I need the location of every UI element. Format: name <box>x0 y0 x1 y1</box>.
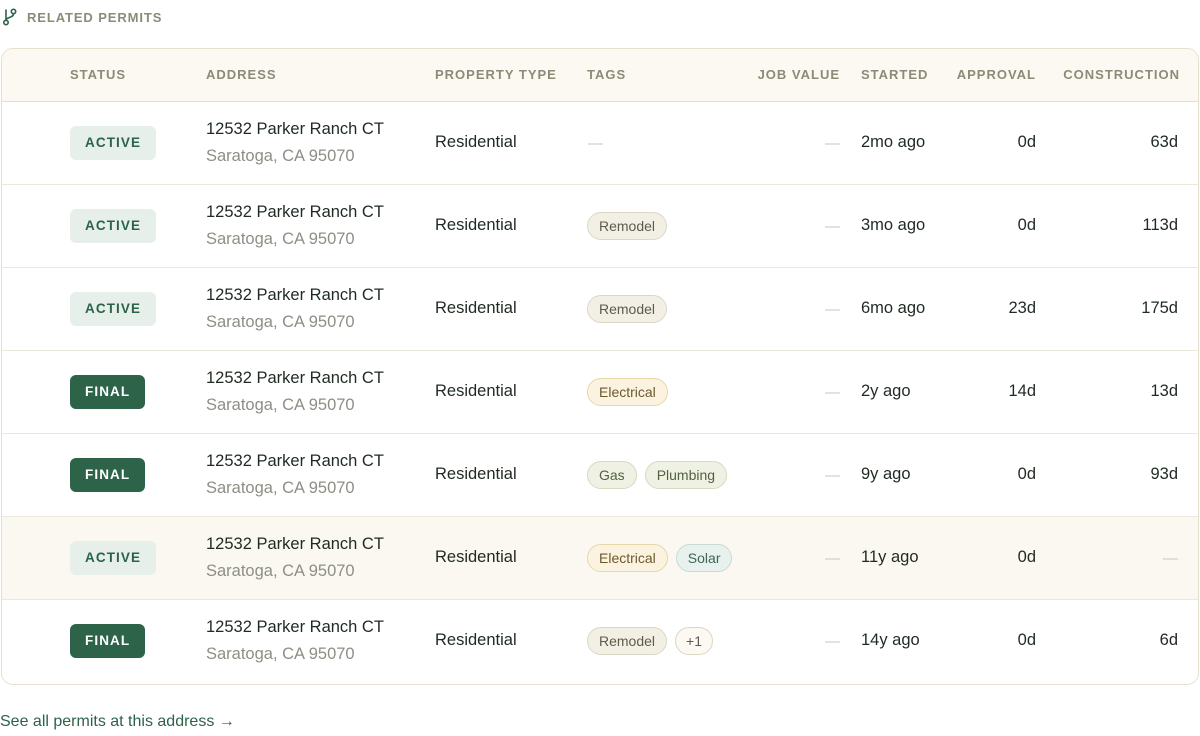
started-date: 14y ago <box>861 631 920 649</box>
status-badge: FINAL <box>70 624 146 658</box>
address-line-1[interactable]: 12532 Parker Ranch CT <box>206 120 384 139</box>
tag-list: Electrical Solar <box>587 544 733 572</box>
approval-duration: 0d <box>1017 548 1036 566</box>
construction-duration: 13d <box>1150 382 1178 400</box>
tag-plumbing: Plumbing <box>644 461 728 489</box>
address-line-2: Saratoga, CA 95070 <box>206 645 355 663</box>
table-row[interactable]: FINAL 12532 Parker Ranch CT Saratoga, CA 9… <box>2 434 1198 517</box>
table-row[interactable]: ACTIVE 12532 Parker Ranch CT Saratoga, CA … <box>2 102 1198 185</box>
address-line-2: Saratoga, CA 95070 <box>206 230 355 248</box>
table-row[interactable]: ACTIVE 12532 Parker Ranch CT Saratoga, CA … <box>2 268 1198 351</box>
approval-duration: 0d <box>1017 216 1036 234</box>
construction-duration: 175d <box>1141 299 1178 317</box>
property-type: Residential <box>435 216 517 234</box>
more-tags-badge[interactable]: +1 <box>675 627 713 655</box>
job-value: — <box>825 550 840 567</box>
tag-solar: Solar <box>675 544 733 572</box>
status-badge: ACTIVE <box>70 541 157 575</box>
tag-remodel: Remodel <box>587 295 668 323</box>
column-header-approval[interactable]: APPROVAL <box>957 49 1036 101</box>
property-type: Residential <box>435 133 517 151</box>
approval-duration: 14d <box>1008 382 1036 400</box>
section-header: RELATED PERMITS <box>2 7 162 27</box>
table-row[interactable]: ACTIVE 12532 Parker Ranch CT Saratoga, CA … <box>2 517 1198 600</box>
status-badge: ACTIVE <box>70 126 157 160</box>
column-header-address[interactable]: ADDRESS <box>206 49 277 101</box>
tag-list: Remodel +1 <box>587 627 713 655</box>
tag-gas: Gas <box>587 461 637 489</box>
tags-empty: — <box>588 135 603 152</box>
address-line-1[interactable]: 12532 Parker Ranch CT <box>206 286 384 305</box>
section-title: RELATED PERMITS <box>27 9 163 25</box>
property-type: Residential <box>435 382 517 400</box>
construction-duration: 6d <box>1159 631 1178 649</box>
property-type: Residential <box>435 299 517 317</box>
address-line-2: Saratoga, CA 95070 <box>206 313 355 331</box>
address-line-1[interactable]: 12532 Parker Ranch CT <box>206 618 384 637</box>
branch-icon <box>2 8 18 26</box>
column-header-started[interactable]: STARTED <box>861 49 928 101</box>
property-type: Residential <box>435 465 517 483</box>
started-date: 3mo ago <box>861 216 926 234</box>
tag-list: Remodel <box>587 295 668 323</box>
address-line-1[interactable]: 12532 Parker Ranch CT <box>206 369 384 388</box>
column-header-construction[interactable]: CONSTRUCTION <box>1063 49 1180 101</box>
address-line-2: Saratoga, CA 95070 <box>206 479 355 497</box>
approval-duration: 0d <box>1017 465 1036 483</box>
status-badge: ACTIVE <box>70 209 157 243</box>
tag-list: Gas Plumbing <box>587 461 728 489</box>
started-date: 6mo ago <box>861 299 926 317</box>
construction-duration: 93d <box>1150 465 1178 483</box>
started-date: 9y ago <box>861 465 911 483</box>
job-value: — <box>825 467 840 484</box>
started-date: 11y ago <box>861 548 919 566</box>
property-type: Residential <box>435 548 517 566</box>
job-value: — <box>825 218 840 235</box>
status-badge: ACTIVE <box>70 292 157 326</box>
permits-table: STATUS ADDRESS PROPERTY TYPE TAGS JOB VA… <box>1 48 1199 685</box>
tag-electrical: Electrical <box>587 378 668 406</box>
table-header: STATUS ADDRESS PROPERTY TYPE TAGS JOB VA… <box>2 49 1198 102</box>
status-badge: FINAL <box>70 375 146 409</box>
table-body: ACTIVE 12532 Parker Ranch CT Saratoga, CA … <box>2 102 1198 682</box>
property-type: Residential <box>435 631 517 649</box>
status-badge: FINAL <box>70 458 146 492</box>
column-header-job-value[interactable]: JOB VALUE <box>758 49 840 101</box>
construction-duration: 63d <box>1150 133 1178 151</box>
column-header-status[interactable]: STATUS <box>70 49 126 101</box>
see-all-permits-link[interactable]: See all permits at this address → <box>0 713 235 731</box>
column-header-property-type[interactable]: PROPERTY TYPE <box>435 49 557 101</box>
job-value: — <box>825 135 840 152</box>
started-date: 2mo ago <box>861 133 926 151</box>
approval-duration: 0d <box>1017 631 1036 649</box>
tag-remodel: Remodel <box>587 627 668 655</box>
table-row[interactable]: FINAL 12532 Parker Ranch CT Saratoga, CA 9… <box>2 600 1198 682</box>
started-date: 2y ago <box>861 382 911 400</box>
address-line-2: Saratoga, CA 95070 <box>206 562 355 580</box>
construction-duration: 113d <box>1142 216 1178 234</box>
approval-duration: 23d <box>1008 299 1036 317</box>
column-header-tags[interactable]: TAGS <box>587 49 626 101</box>
address-line-2: Saratoga, CA 95070 <box>206 147 355 165</box>
tag-remodel: Remodel <box>587 212 668 240</box>
address-line-1[interactable]: 12532 Parker Ranch CT <box>206 203 384 222</box>
job-value: — <box>825 633 840 650</box>
job-value: — <box>825 301 840 318</box>
tag-list: Remodel <box>587 212 668 240</box>
address-line-1[interactable]: 12532 Parker Ranch CT <box>206 452 384 471</box>
approval-duration: 0d <box>1017 133 1036 151</box>
address-line-1[interactable]: 12532 Parker Ranch CT <box>206 535 384 554</box>
construction-duration: — <box>1163 550 1178 567</box>
address-line-2: Saratoga, CA 95070 <box>206 396 355 414</box>
job-value: — <box>825 384 840 401</box>
table-row[interactable]: ACTIVE 12532 Parker Ranch CT Saratoga, CA … <box>2 185 1198 268</box>
tag-list: Electrical <box>587 378 668 406</box>
tag-electrical: Electrical <box>587 544 668 572</box>
table-row[interactable]: FINAL 12532 Parker Ranch CT Saratoga, CA 9… <box>2 351 1198 434</box>
